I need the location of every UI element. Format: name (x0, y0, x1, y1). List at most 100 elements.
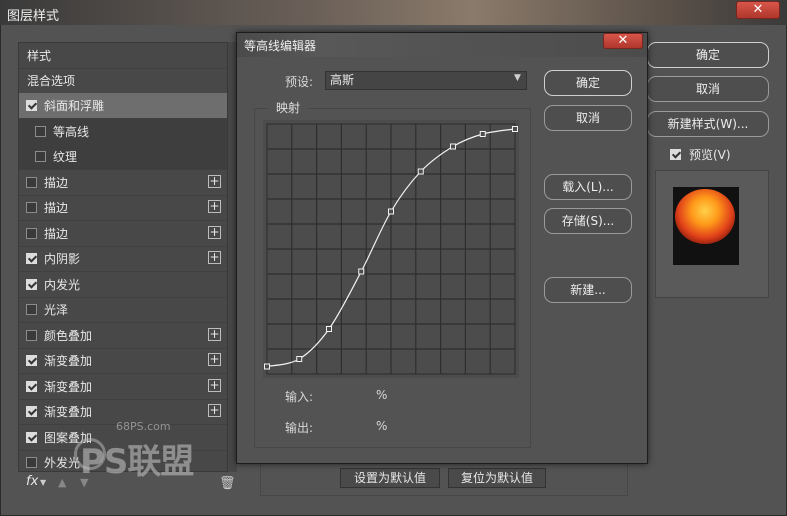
style-item[interactable]: 内阴影 + (19, 246, 227, 272)
curve-point (479, 131, 486, 137)
style-item-checkbox[interactable] (26, 457, 37, 468)
style-item[interactable]: 描边 + (19, 195, 227, 221)
new-contour-button[interactable]: 新建... (544, 277, 632, 303)
style-item-checkbox[interactable] (26, 380, 37, 392)
style-item-checkbox[interactable] (26, 227, 37, 239)
preset-select[interactable]: 高斯 (325, 71, 527, 90)
contour-graph[interactable] (263, 120, 519, 378)
add-effect-icon[interactable]: + (208, 353, 221, 366)
preview-checkbox-row[interactable]: 预览(V) (670, 146, 731, 162)
output-label: 输出: (285, 421, 314, 435)
set-default-button[interactable]: 设置为默认值 (340, 468, 440, 488)
style-item-label: 描边 (44, 201, 69, 215)
mapping-label: 映射 (276, 101, 301, 115)
style-item[interactable]: 等高线 (19, 118, 227, 145)
style-item-label: 纹理 (53, 150, 78, 164)
style-item[interactable]: 内发光 (19, 272, 227, 298)
cancel-button[interactable]: 取消 (647, 76, 769, 102)
close-button[interactable]: ✕ (736, 1, 780, 19)
curve-point (512, 126, 518, 132)
curve-point (326, 326, 332, 332)
trash-icon[interactable]: 🗑 (219, 476, 236, 491)
layer-style-title: 图层样式 (7, 9, 60, 24)
style-item-checkbox[interactable] (26, 278, 37, 290)
add-effect-icon[interactable]: + (208, 251, 221, 264)
input-unit: % (376, 388, 388, 402)
style-item[interactable]: 渐变叠加 + (19, 374, 227, 400)
close-icon: ✕ (752, 2, 764, 17)
curve-point (296, 356, 303, 362)
curve-point (358, 268, 365, 275)
preview-checkbox[interactable] (670, 148, 681, 160)
style-item-checkbox[interactable] (26, 253, 37, 264)
style-item-checkbox[interactable] (26, 304, 37, 315)
contour-cancel-button[interactable]: 取消 (544, 105, 632, 131)
style-item[interactable]: 光泽 (19, 297, 227, 323)
style-item-checkbox[interactable] (26, 406, 37, 417)
move-up-icon[interactable]: ▲ (58, 476, 66, 489)
style-item-label: 渐变叠加 (44, 379, 93, 394)
list-header-styles[interactable]: 样式 (19, 43, 227, 69)
style-item-checkbox[interactable] (35, 125, 46, 137)
style-item-checkbox[interactable] (26, 202, 37, 213)
preview-glow (675, 189, 735, 244)
contour-close-button[interactable]: ✕ (603, 33, 643, 49)
watermark-logo: PS联盟 (80, 442, 194, 482)
style-item-label: 渐变叠加 (44, 354, 93, 368)
layer-style-titlebar[interactable] (0, 0, 787, 25)
style-item-label: 光泽 (44, 303, 69, 317)
blend-options-label: 混合选项 (27, 74, 76, 88)
load-button[interactable]: 载入(L)... (544, 174, 632, 200)
style-item-label: 内发光 (44, 277, 81, 292)
bevel-settings-panel (260, 460, 628, 496)
contour-editor-title: 等高线编辑器 (244, 39, 317, 53)
add-effect-icon[interactable]: + (208, 378, 221, 392)
close-icon: ✕ (617, 33, 629, 48)
reset-default-button[interactable]: 复位为默认值 (448, 468, 546, 488)
curve-point (264, 363, 270, 370)
style-item-label: 渐变叠加 (44, 405, 93, 419)
add-effect-icon[interactable]: + (208, 200, 221, 213)
style-item-checkbox[interactable] (26, 329, 37, 341)
style-item-label: 等高线 (53, 124, 90, 139)
contour-ok-button[interactable]: 确定 (544, 70, 632, 96)
fx-dropdown-icon: ▼ (40, 478, 47, 487)
ok-button[interactable]: 确定 (647, 42, 769, 68)
style-item-label: 描边 (44, 226, 69, 241)
input-label: 输入: (285, 390, 314, 404)
new-style-button[interactable]: 新建样式(W)... (647, 111, 769, 137)
fx-button[interactable]: fx (26, 474, 38, 489)
save-button[interactable]: 存储(S)... (544, 208, 632, 234)
style-item[interactable]: 描边 + (19, 221, 227, 247)
style-item-checkbox[interactable] (26, 100, 37, 111)
style-item[interactable]: 斜面和浮雕 (19, 93, 227, 119)
styles-header-label: 样式 (27, 49, 52, 63)
style-item[interactable]: 描边 + (19, 170, 227, 196)
curve-point (388, 208, 394, 215)
style-item-checkbox[interactable] (26, 355, 37, 366)
style-item-label: 描边 (44, 175, 69, 190)
add-effect-icon[interactable]: + (208, 174, 221, 188)
curve-point (450, 143, 456, 150)
output-unit: % (376, 419, 388, 433)
add-effect-icon[interactable]: + (208, 404, 221, 417)
watermark-url: 68PS.com (116, 420, 171, 433)
style-item-checkbox[interactable] (26, 431, 37, 443)
chevron-down-icon: ▼ (514, 73, 521, 83)
style-preview-thumbnail (673, 187, 739, 265)
style-item-label: 颜色叠加 (44, 328, 93, 343)
preset-label: 预设: (285, 75, 314, 89)
style-list: 样式 混合选项 斜面和浮雕等高线纹理描边 + 描边 + 描边 + 内阴影 + 内发光光泽颜色叠加… (18, 42, 228, 472)
add-effect-icon[interactable]: + (208, 327, 221, 341)
curve-point (417, 168, 424, 175)
style-item-label: 内阴影 (44, 252, 81, 266)
style-item[interactable]: 纹理 (19, 144, 227, 170)
style-item-label: 斜面和浮雕 (44, 99, 105, 113)
style-item[interactable]: 颜色叠加 + (19, 323, 227, 349)
style-item-checkbox[interactable] (26, 176, 37, 188)
preview-label: 预览(V) (689, 147, 731, 162)
style-item-checkbox[interactable] (35, 151, 46, 162)
blend-options-item[interactable]: 混合选项 (19, 68, 227, 94)
style-item[interactable]: 渐变叠加 + (19, 348, 227, 374)
add-effect-icon[interactable]: + (208, 225, 221, 239)
